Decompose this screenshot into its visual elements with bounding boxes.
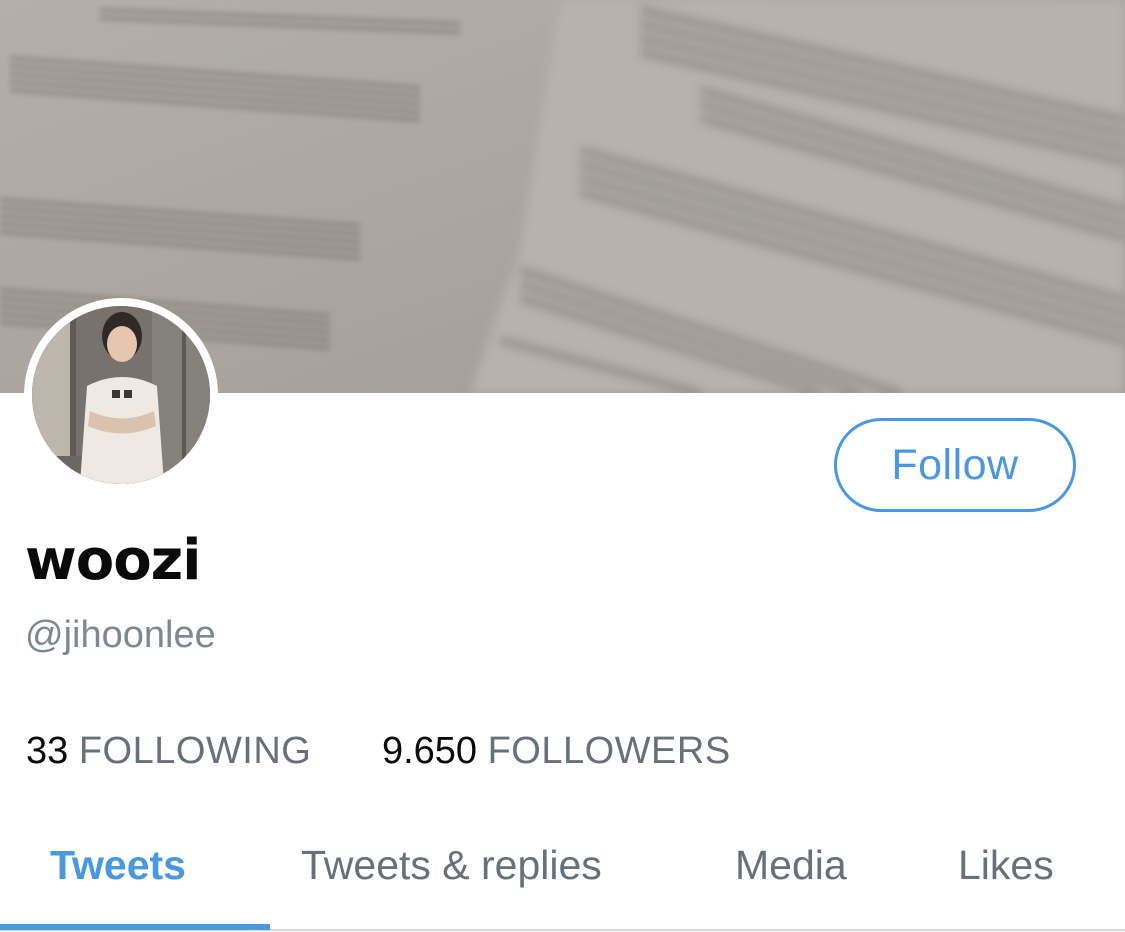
profile-page: Follow woozi @jihoonlee 33 FOLLOWING 9.6… <box>0 0 1125 932</box>
following-stat[interactable]: 33 FOLLOWING <box>26 730 311 773</box>
following-count: 33 <box>26 730 69 772</box>
following-label: FOLLOWING <box>78 730 312 772</box>
followers-stat[interactable]: 9.650 FOLLOWERS <box>382 730 731 773</box>
tab-media[interactable]: Media <box>735 842 847 889</box>
follow-button[interactable]: Follow <box>834 418 1076 512</box>
user-handle: @jihoonlee <box>25 614 216 656</box>
display-name: woozi <box>25 528 201 593</box>
avatar[interactable] <box>24 298 218 492</box>
followers-label: FOLLOWERS <box>487 730 731 772</box>
avatar-photo <box>32 306 210 484</box>
followers-count: 9.650 <box>381 730 478 772</box>
profile-stats: 33 FOLLOWING 9.650 FOLLOWERS <box>26 730 731 773</box>
tab-likes[interactable]: Likes <box>958 842 1054 889</box>
tab-tweets-and-replies[interactable]: Tweets & replies <box>301 842 602 889</box>
profile-tabs: Tweets Tweets & replies Media Likes <box>0 820 1125 932</box>
tab-tweets[interactable]: Tweets <box>50 842 186 889</box>
active-tab-indicator <box>0 924 270 930</box>
